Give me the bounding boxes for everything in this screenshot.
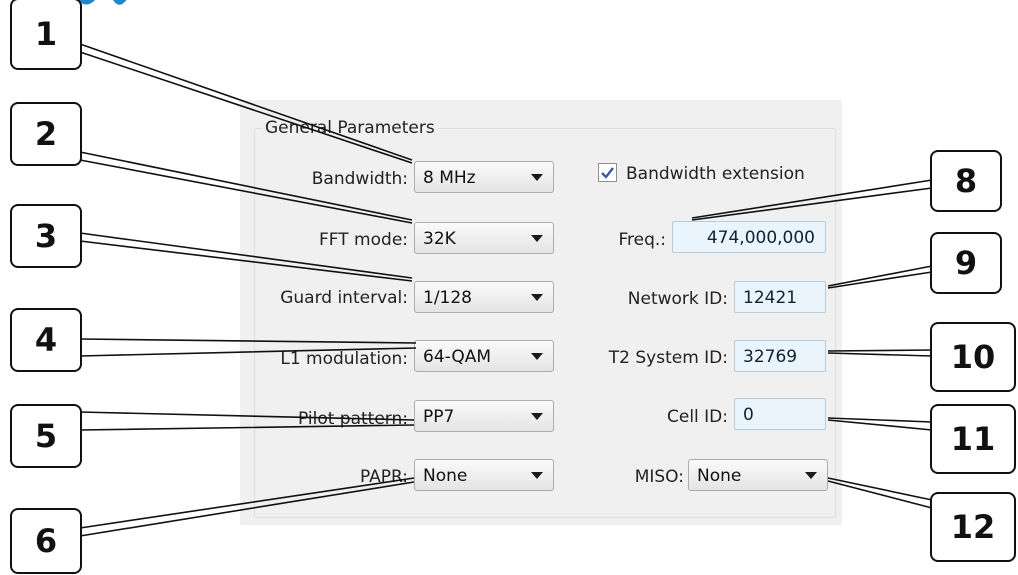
- callout-6: 6: [10, 508, 82, 574]
- callout-4: 4: [10, 308, 82, 372]
- callout-10: 10: [930, 322, 1016, 392]
- callout-9: 9: [930, 232, 1002, 294]
- callout-3: 3: [10, 204, 82, 268]
- callout-leader-lines: [79, 43, 933, 537]
- callout-1: 1: [10, 0, 82, 70]
- callout-5: 5: [10, 404, 82, 468]
- callout-11: 11: [930, 404, 1016, 474]
- callout-2: 2: [10, 102, 82, 166]
- callout-8: 8: [930, 150, 1002, 212]
- callout-12: 12: [930, 492, 1016, 562]
